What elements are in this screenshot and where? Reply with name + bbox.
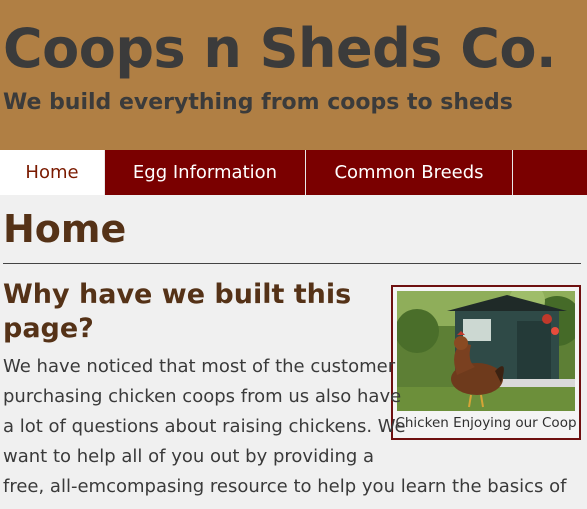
- page-title: Home: [3, 207, 127, 251]
- site-banner: Coops n Sheds Co. We build everything fr…: [0, 0, 587, 150]
- intro-paragraph: We have noticed that most of the custome…: [3, 352, 566, 502]
- paragraph-line: want to help all of you out by providing…: [3, 446, 375, 467]
- main-navigation: Home Egg Information Common Breeds: [0, 150, 587, 195]
- paragraph-line: free, all-emcompasing resource to help y…: [3, 476, 567, 497]
- nav-item-egg-information[interactable]: Egg Information: [105, 150, 306, 195]
- nav-item-home[interactable]: Home: [0, 150, 105, 195]
- paragraph-line: We have noticed that most of the custome…: [3, 356, 396, 377]
- nav-item-common-breeds[interactable]: Common Breeds: [306, 150, 513, 195]
- section-heading: Why have we built this page?: [3, 279, 352, 344]
- site-title: Coops n Sheds Co.: [3, 17, 556, 80]
- title-divider: [3, 263, 581, 264]
- paragraph-line: a lot of questions about raising chicken…: [3, 416, 406, 437]
- site-tagline: We build everything from coops to sheds: [3, 90, 513, 115]
- paragraph-line: purchasing chicken coops from us also ha…: [3, 386, 402, 407]
